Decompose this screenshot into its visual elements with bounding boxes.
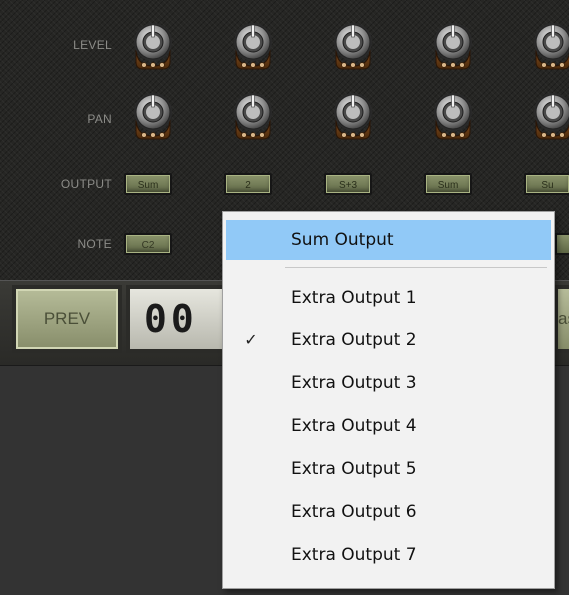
menu-item-extra-output-6[interactable]: Extra Output 6 xyxy=(226,492,551,532)
right-partial-label: as xyxy=(558,309,569,328)
menu-item-label: Extra Output 6 xyxy=(291,502,417,522)
level-row-label: LEVEL xyxy=(73,38,112,52)
note-select-button-edge[interactable] xyxy=(555,233,569,255)
level-knob[interactable] xyxy=(228,18,278,70)
output-select-button[interactable]: Su xyxy=(524,173,569,195)
menu-item-extra-output-7[interactable]: Extra Output 7 xyxy=(226,535,551,575)
note-row-label: NOTE xyxy=(77,237,112,251)
menu-item-sum-output[interactable]: Sum Output xyxy=(226,220,551,260)
output-row-label: OUTPUT xyxy=(60,177,112,191)
output-select-button[interactable]: Sum xyxy=(124,173,172,195)
note-select-button[interactable]: C2 xyxy=(124,233,172,255)
menu-item-extra-output-4[interactable]: Extra Output 4 xyxy=(226,406,551,446)
output-select-button[interactable]: S+3 xyxy=(324,173,372,195)
level-knob[interactable] xyxy=(128,18,178,70)
pan-knob[interactable] xyxy=(128,88,178,140)
pan-knob[interactable] xyxy=(428,88,478,140)
output-select-button[interactable]: Sum xyxy=(424,173,472,195)
menu-separator xyxy=(285,267,547,268)
menu-item-label: Extra Output 2 xyxy=(291,330,417,350)
level-knob[interactable] xyxy=(328,18,378,70)
checkmark-icon: ✓ xyxy=(244,330,258,349)
right-partial-button[interactable]: as xyxy=(554,285,569,353)
menu-item-label: Sum Output xyxy=(291,230,394,250)
menu-item-extra-output-5[interactable]: Extra Output 5 xyxy=(226,449,551,489)
level-knob[interactable] xyxy=(428,18,478,70)
pan-knob[interactable] xyxy=(228,88,278,140)
pan-knob[interactable] xyxy=(328,88,378,140)
menu-item-label: Extra Output 4 xyxy=(291,416,417,436)
output-dropdown-menu: Sum Output Extra Output 1 ✓ Extra Output… xyxy=(222,211,555,589)
menu-item-label: Extra Output 5 xyxy=(291,459,417,479)
menu-item-extra-output-2[interactable]: ✓ Extra Output 2 xyxy=(226,320,551,360)
menu-item-extra-output-3[interactable]: Extra Output 3 xyxy=(226,363,551,403)
menu-item-extra-output-1[interactable]: Extra Output 1 xyxy=(226,278,551,318)
pan-row-label: PAN xyxy=(87,112,112,126)
level-knob[interactable] xyxy=(528,18,569,70)
pattern-counter-display: 00 xyxy=(126,285,236,353)
menu-item-label: Extra Output 7 xyxy=(291,545,417,565)
output-select-button[interactable]: 2 xyxy=(224,173,272,195)
pan-knob[interactable] xyxy=(528,88,569,140)
menu-item-label: Extra Output 1 xyxy=(291,288,417,308)
prev-button[interactable]: PREV xyxy=(12,285,122,353)
menu-item-label: Extra Output 3 xyxy=(291,373,417,393)
